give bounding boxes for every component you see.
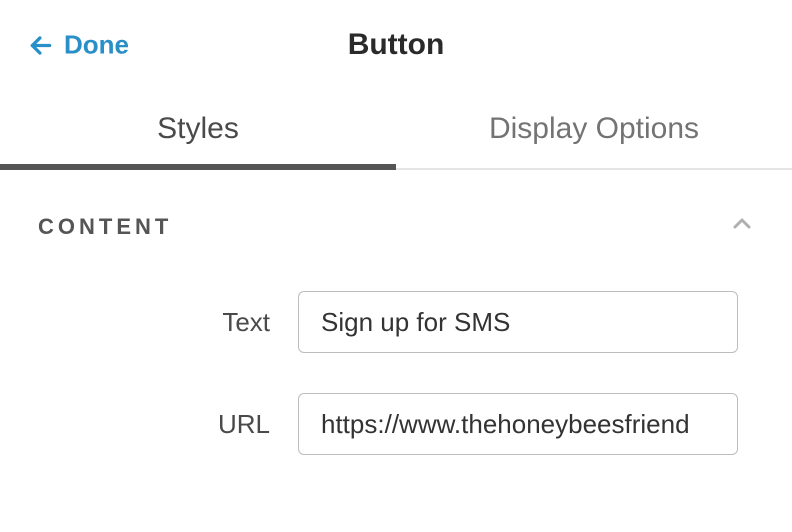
content-section: CONTENT Text URL [0,170,792,455]
tab-bar: Styles Display Options [0,90,792,170]
tab-display-options[interactable]: Display Options [396,90,792,168]
form-rows: Text URL [38,291,754,455]
arrow-left-icon [28,32,54,58]
text-field-input[interactable] [298,291,738,353]
section-header-content[interactable]: CONTENT [38,212,754,241]
page-title: Button [348,28,445,62]
editor-header: Done Button [0,0,792,90]
done-label: Done [64,30,129,61]
form-row-text: Text [38,291,754,353]
form-row-url: URL [38,393,754,455]
done-button[interactable]: Done [28,30,129,61]
section-title: CONTENT [38,214,172,240]
url-field-label: URL [38,409,298,440]
chevron-up-icon [730,212,754,241]
tab-styles[interactable]: Styles [0,90,396,168]
url-field-input[interactable] [298,393,738,455]
text-field-label: Text [38,307,298,338]
